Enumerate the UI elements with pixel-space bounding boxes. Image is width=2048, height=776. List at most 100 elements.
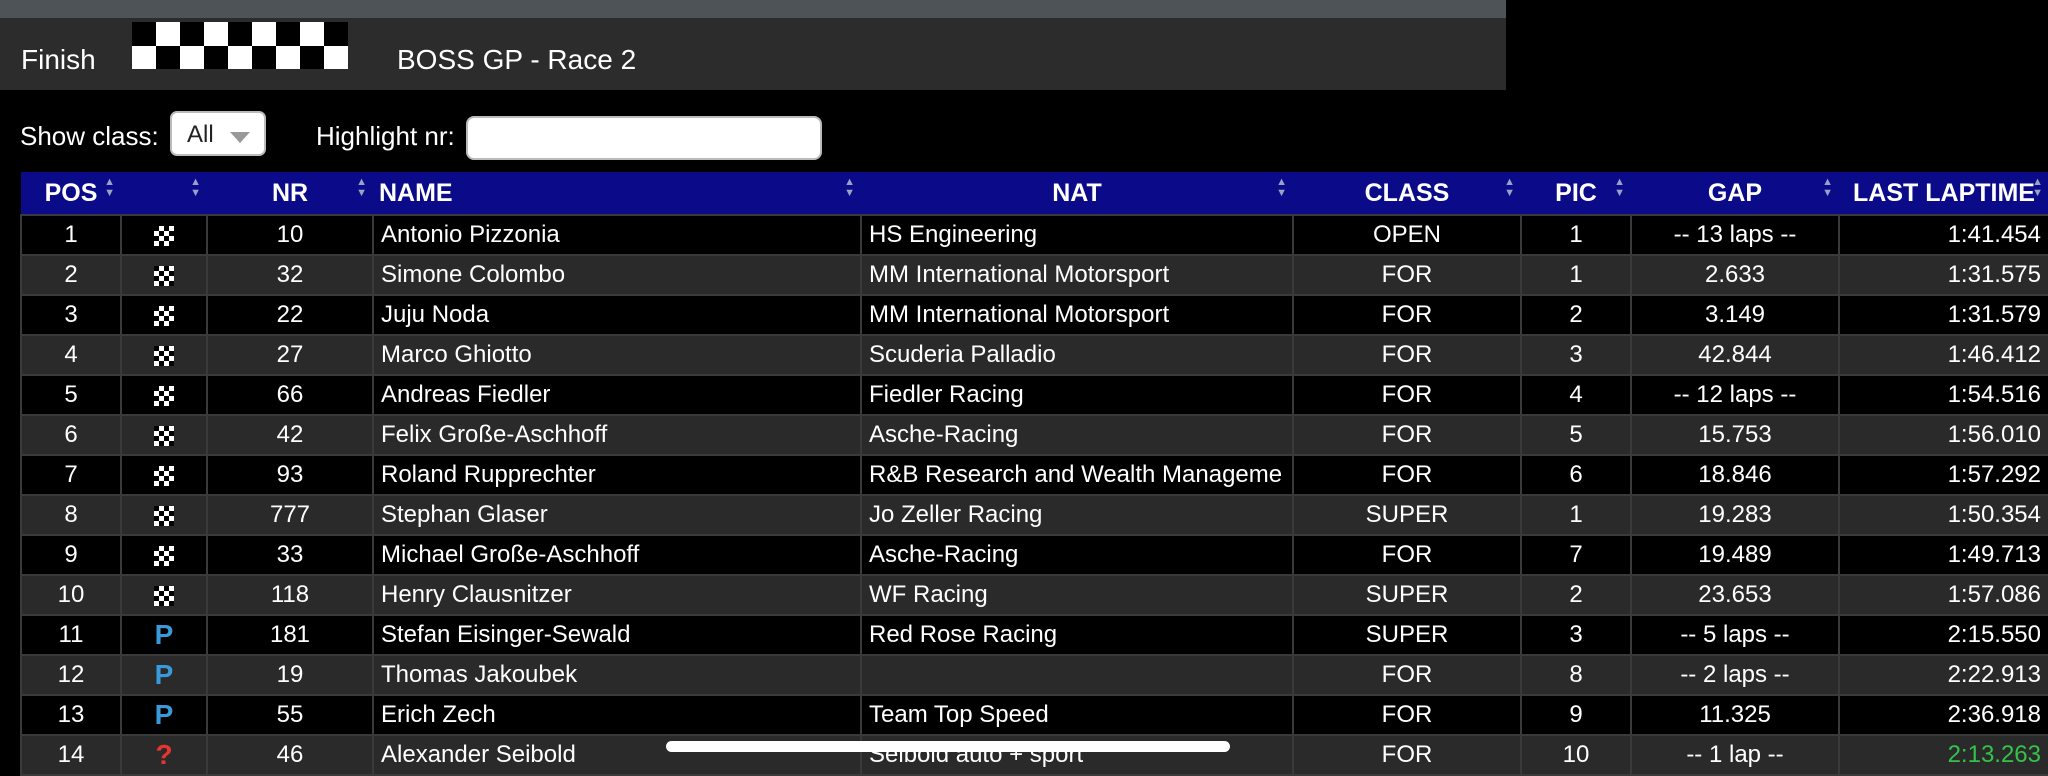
driver-name-cell: Antonio Pizzonia: [372, 214, 862, 256]
gap-cell: -- 12 laps --: [1630, 374, 1840, 416]
checkered-flag-icon: [154, 265, 174, 286]
table-row[interactable]: 7 93 Roland Rupprechter R&B Research and We…: [20, 454, 2048, 496]
table-row[interactable]: 9 33 Michael Große-Aschhoff Asche-Racing FOR…: [20, 534, 2048, 576]
checkered-flag-icon: [154, 465, 174, 486]
car-number-cell: 46: [206, 734, 374, 776]
class-select[interactable]: All: [170, 111, 266, 156]
table-row[interactable]: 4 27 Marco Ghiotto Scuderia Palladio FOR 3 42.…: [20, 334, 2048, 376]
team-cell: Asche-Racing: [860, 534, 1294, 576]
sort-arrows-icon: ▲ ▼: [104, 176, 115, 199]
class-cell: FOR: [1292, 254, 1522, 296]
pit-icon: P: [154, 699, 174, 730]
driver-name-cell: Juju Noda: [372, 294, 862, 336]
table-row[interactable]: 6 42 Felix Große-Aschhoff Asche-Racing FOR 5 1…: [20, 414, 2048, 456]
sort-arrows-icon: ▲ ▼: [356, 176, 367, 199]
class-select-value: All: [187, 121, 214, 148]
gap-cell: 23.653: [1630, 574, 1840, 616]
team-cell: [860, 654, 1294, 696]
car-number-cell: 10: [206, 214, 374, 256]
column-header-status[interactable]: ▲ ▼: [121, 172, 207, 215]
pos-cell: 12: [20, 654, 122, 696]
pic-cell: 6: [1520, 454, 1632, 496]
chevron-down-icon: [230, 132, 250, 143]
car-number-cell: 33: [206, 534, 374, 576]
table-row[interactable]: 5 66 Andreas Fiedler Fiedler Racing FOR 4 -- 1…: [20, 374, 2048, 416]
pic-cell: 9: [1520, 694, 1632, 736]
class-cell: OPEN: [1292, 214, 1522, 256]
car-number-cell: 55: [206, 694, 374, 736]
class-cell: SUPER: [1292, 614, 1522, 656]
sort-arrows-icon: ▲ ▼: [1614, 176, 1625, 199]
table-row[interactable]: 1 10 Antonio Pizzonia HS Engineering OPEN 1 --…: [20, 214, 2048, 256]
pic-cell: 8: [1520, 654, 1632, 696]
last-laptime-cell: 2:22.913: [1838, 654, 2048, 696]
pic-cell: 10: [1520, 734, 1632, 776]
gap-cell: 42.844: [1630, 334, 1840, 376]
driver-name-cell: Roland Rupprechter: [372, 454, 862, 496]
car-number-cell: 19: [206, 654, 374, 696]
last-laptime-cell: 1:46.412: [1838, 334, 2048, 376]
gap-cell: 2.633: [1630, 254, 1840, 296]
driver-name-cell: Stefan Eisinger-Sewald: [372, 614, 862, 656]
last-laptime-cell: 2:36.918: [1838, 694, 2048, 736]
car-number-cell: 93: [206, 454, 374, 496]
show-class-label: Show class:: [20, 121, 159, 151]
car-number-cell: 27: [206, 334, 374, 376]
team-cell: WF Racing: [860, 574, 1294, 616]
column-header-name[interactable]: NAME ▲ ▼: [373, 172, 861, 215]
column-header-nr[interactable]: NR ▲ ▼: [207, 172, 373, 215]
column-header-nat[interactable]: NAT ▲ ▼: [861, 172, 1293, 215]
class-cell: FOR: [1292, 734, 1522, 776]
car-number-cell: 181: [206, 614, 374, 656]
pos-cell: 14: [20, 734, 122, 776]
pic-cell: 2: [1520, 294, 1632, 336]
team-cell: MM International Motorsport: [860, 294, 1294, 336]
results-table: POS ▲ ▼ ▲ ▼ NR ▲ ▼ NAME ▲ ▼ NAT ▲ ▼ CLASS ▲ ▼ PIC ▲ ▼…: [20, 172, 2048, 776]
checkered-flag-icon: [154, 225, 174, 246]
column-header-pos[interactable]: POS ▲ ▼: [21, 172, 121, 215]
car-number-cell: 118: [206, 574, 374, 616]
table-row[interactable]: 3 22 Juju Noda MM International Motorsport F…: [20, 294, 2048, 336]
status-cell: [120, 574, 208, 616]
home-indicator[interactable]: [666, 741, 1230, 752]
class-cell: FOR: [1292, 334, 1522, 376]
team-cell: HS Engineering: [860, 214, 1294, 256]
pos-cell: 3: [20, 294, 122, 336]
column-header-pic[interactable]: PIC ▲ ▼: [1521, 172, 1631, 215]
column-header-class[interactable]: CLASS ▲ ▼: [1293, 172, 1521, 215]
pos-cell: 2: [20, 254, 122, 296]
driver-name-cell: Marco Ghiotto: [372, 334, 862, 376]
column-header-gap[interactable]: GAP ▲ ▼: [1631, 172, 1839, 215]
class-cell: FOR: [1292, 294, 1522, 336]
checkered-flag-icon: [154, 305, 174, 326]
last-laptime-cell: 1:49.713: [1838, 534, 2048, 576]
pic-cell: 1: [1520, 494, 1632, 536]
sort-arrows-icon: ▲ ▼: [844, 176, 855, 199]
driver-name-cell: Andreas Fiedler: [372, 374, 862, 416]
highlight-input[interactable]: [466, 116, 822, 160]
checkered-flag-icon: [132, 22, 348, 69]
pos-cell: 10: [20, 574, 122, 616]
table-row[interactable]: 11 P 181 Stefan Eisinger-Sewald Red Rose Rac…: [20, 614, 2048, 656]
last-laptime-cell: 1:31.579: [1838, 294, 2048, 336]
column-header-last-laptime[interactable]: LAST LAPTIME ▲ ▼: [1839, 172, 2048, 215]
status-cell: P: [120, 694, 208, 736]
filter-bar: Show class: All Highlight nr:: [0, 108, 1000, 164]
team-cell: Asche-Racing: [860, 414, 1294, 456]
table-row[interactable]: 12 P 19 Thomas Jakoubek FOR 8 -- 2 laps -- 2:22…: [20, 654, 2048, 696]
table-row[interactable]: 8 777 Stephan Glaser Jo Zeller Racing SUPER 1…: [20, 494, 2048, 536]
top-bar: [0, 0, 1506, 18]
table-row[interactable]: 2 32 Simone Colombo MM International Motors…: [20, 254, 2048, 296]
checkered-flag-icon: [154, 505, 174, 526]
last-laptime-cell: 1:31.575: [1838, 254, 2048, 296]
table-row[interactable]: 13 P 55 Erich Zech Team Top Speed FOR 9 11.325 2…: [20, 694, 2048, 736]
team-cell: Scuderia Palladio: [860, 334, 1294, 376]
class-cell: FOR: [1292, 414, 1522, 456]
class-cell: FOR: [1292, 374, 1522, 416]
status-cell: P: [120, 654, 208, 696]
table-row[interactable]: 10 118 Henry Clausnitzer WF Racing SUPER 2 23.…: [20, 574, 2048, 616]
driver-name-cell: Stephan Glaser: [372, 494, 862, 536]
status-cell: ?: [120, 734, 208, 776]
status-cell: [120, 254, 208, 296]
gap-cell: -- 2 laps --: [1630, 654, 1840, 696]
